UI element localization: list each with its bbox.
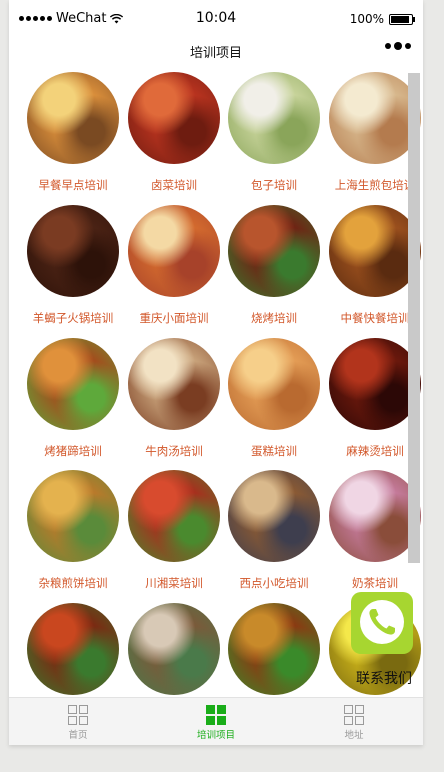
course-item[interactable]: 烧烤培训 [224, 205, 324, 326]
course-label[interactable]: 羊蝎子火锅培训 [23, 310, 123, 326]
course-image[interactable] [27, 72, 119, 164]
phone-icon[interactable] [351, 592, 413, 654]
grid-icon[interactable] [344, 705, 364, 725]
course-image[interactable] [27, 603, 119, 695]
course-image[interactable] [228, 72, 320, 164]
battery-icon [389, 13, 415, 25]
course-image[interactable] [128, 470, 220, 562]
course-image[interactable] [128, 338, 220, 430]
course-item[interactable]: 川湘菜培训 [124, 470, 224, 591]
course-item[interactable]: 卤菜培训 [124, 72, 224, 193]
course-item[interactable]: 早餐早点培训 [23, 72, 123, 193]
scrollbar[interactable] [408, 73, 420, 563]
status-battery-group: 100% [349, 12, 415, 26]
course-item[interactable] [224, 603, 324, 696]
course-label[interactable]: 奶茶培训 [325, 575, 423, 591]
course-item[interactable]: 西点小吃培训 [224, 470, 324, 591]
tab-training-projects[interactable]: 培训项目 [147, 698, 285, 745]
contact-us-label[interactable]: 联系我们 [349, 668, 419, 688]
tab-address[interactable]: 地址 [285, 698, 423, 745]
tab-label[interactable]: 培训项目 [147, 727, 285, 741]
course-image[interactable] [228, 338, 320, 430]
tab-home[interactable]: 首页 [9, 698, 147, 745]
course-item[interactable]: 羊蝎子火锅培训 [23, 205, 123, 326]
course-image[interactable] [128, 603, 220, 695]
page-title: 培训项目 [189, 46, 242, 61]
tab-label[interactable]: 首页 [9, 727, 147, 741]
course-item[interactable]: 包子培训 [224, 72, 324, 193]
course-image[interactable] [128, 205, 220, 297]
grid-icon[interactable] [68, 705, 88, 725]
course-image[interactable] [128, 72, 220, 164]
navbar: 培训项目 [9, 38, 423, 66]
tab-label[interactable]: 地址 [285, 727, 423, 741]
course-label[interactable]: 牛肉汤培训 [124, 443, 224, 459]
status-bar: WeChat 10:04 100% [9, 0, 423, 38]
course-label[interactable]: 早餐早点培训 [23, 177, 123, 193]
course-image[interactable] [228, 470, 320, 562]
course-image[interactable] [27, 338, 119, 430]
battery-percent: 100% [349, 12, 384, 26]
course-item[interactable]: 重庆小面培训 [124, 205, 224, 326]
course-label[interactable]: 包子培训 [224, 177, 324, 193]
course-label[interactable]: 重庆小面培训 [124, 310, 224, 326]
course-image[interactable] [228, 205, 320, 297]
tab-bar: 首页 培训项目 地址 [9, 697, 423, 745]
grid-icon[interactable] [206, 705, 226, 725]
course-image[interactable] [228, 603, 320, 695]
course-item[interactable] [124, 603, 224, 696]
course-label[interactable]: 川湘菜培训 [124, 575, 224, 591]
course-image[interactable] [27, 470, 119, 562]
more-options-icon[interactable] [385, 42, 411, 50]
course-item[interactable]: 烤猪蹄培训 [23, 338, 123, 459]
course-label[interactable]: 烤猪蹄培训 [23, 443, 123, 459]
course-image[interactable] [27, 205, 119, 297]
course-item[interactable]: 蛋糕培训 [224, 338, 324, 459]
phone-screen: WeChat 10:04 100% 培训项目 早餐早点培训 卤菜培训 包子培训 上海生… [9, 0, 423, 745]
contact-us-button[interactable]: 联系我们 [351, 592, 413, 687]
course-item[interactable] [23, 603, 123, 696]
course-label[interactable]: 烧烤培训 [224, 310, 324, 326]
course-label[interactable]: 蛋糕培训 [224, 443, 324, 459]
course-item[interactable]: 杂粮煎饼培训 [23, 470, 123, 591]
course-label[interactable]: 西点小吃培训 [224, 575, 324, 591]
course-label[interactable]: 杂粮煎饼培训 [23, 575, 123, 591]
course-item[interactable]: 牛肉汤培训 [124, 338, 224, 459]
course-label[interactable]: 卤菜培训 [124, 177, 224, 193]
